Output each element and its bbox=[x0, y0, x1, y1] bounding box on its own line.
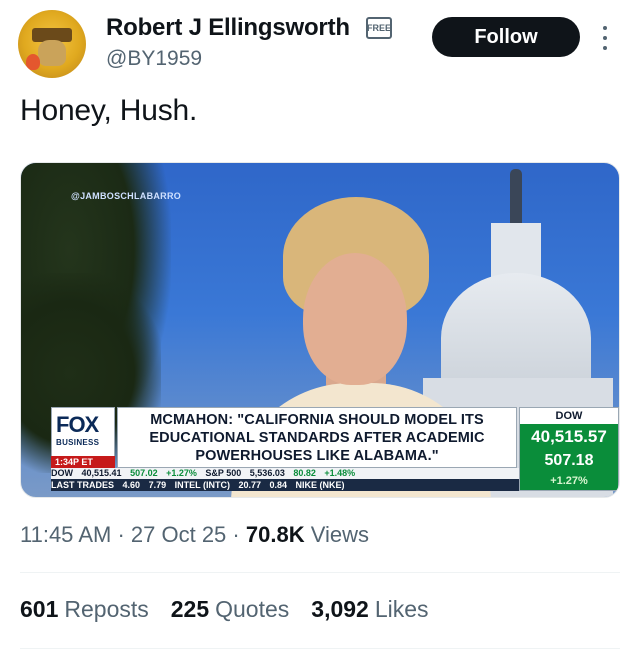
ticker-item: 7.79 bbox=[148, 480, 167, 490]
reposts-stat[interactable]: 601 Reposts bbox=[20, 596, 149, 623]
ticker-item: +1.48% bbox=[324, 468, 356, 478]
person-face bbox=[303, 253, 407, 385]
author-handle[interactable]: @BY1959 bbox=[106, 47, 202, 71]
likes-stat[interactable]: 3,092 Likes bbox=[311, 596, 428, 623]
video-watermark: @JAMBOSCHLABARRO bbox=[71, 191, 182, 201]
views-label: Views bbox=[310, 522, 370, 547]
meta-separator: · bbox=[232, 522, 246, 547]
divider bbox=[20, 572, 620, 573]
free-badge: FREE bbox=[366, 17, 392, 39]
divider bbox=[20, 648, 620, 649]
ticker-item: 5,536.03 bbox=[249, 468, 285, 478]
meta-separator: · bbox=[117, 522, 131, 547]
quotes-label: Quotes bbox=[215, 596, 290, 622]
dow-value: 40,515.57 bbox=[520, 424, 618, 450]
dow-percent: +1.27% bbox=[520, 472, 618, 490]
avatar-dog bbox=[38, 40, 66, 66]
fox-logo-text: FOX bbox=[56, 412, 99, 437]
dow-label: DOW bbox=[555, 410, 583, 422]
engagement-stats: 601 Reposts 225 Quotes 3,092 Likes bbox=[20, 596, 429, 623]
ticker-item: 40,515.41 bbox=[81, 468, 122, 478]
ticker-item: 4.60 bbox=[122, 480, 141, 490]
ticker-item: NIKE (NKE) bbox=[295, 480, 345, 490]
likes-count: 3,092 bbox=[311, 596, 369, 622]
ticker-headline: MCMAHON: "CALIFORNIA SHOULD MODEL ITS ED… bbox=[117, 407, 517, 468]
quotes-stat[interactable]: 225 Quotes bbox=[171, 596, 290, 623]
tweet-time[interactable]: 11:45 AM bbox=[20, 522, 111, 547]
ticker-item: S&P 500 bbox=[205, 468, 242, 478]
ticker-item: 80.82 bbox=[293, 468, 316, 478]
tweet-meta: 11:45 AM · 27 Oct 25 · 70.8K Views bbox=[20, 522, 369, 548]
broadcast-time: 1:34P ET bbox=[51, 456, 115, 468]
ticker-item: +1.27% bbox=[166, 468, 197, 478]
views-count: 70.8K bbox=[245, 522, 305, 547]
news-ticker: FOX BUSINESS 1:34P ET MCMAHON: "CALIFORN… bbox=[51, 407, 619, 491]
ticker-item: 20.77 bbox=[238, 480, 261, 490]
more-options-icon[interactable] bbox=[598, 22, 612, 54]
dow-change: 507.18 bbox=[520, 450, 618, 472]
quotes-count: 225 bbox=[170, 596, 210, 622]
dow-box: DOW 40,515.57 507.18 +1.27% bbox=[519, 407, 619, 491]
ticker-item: DOW bbox=[51, 468, 73, 478]
ticker-item: INTEL (INTC) bbox=[174, 480, 230, 490]
avatar[interactable] bbox=[18, 10, 86, 78]
ticker-item: 0.84 bbox=[269, 480, 288, 490]
fox-logo-sub: BUSINESS bbox=[56, 438, 100, 447]
tweet-text: Honey, Hush. bbox=[20, 94, 198, 127]
ticker-item: 507.02 bbox=[130, 468, 158, 478]
avatar-fire bbox=[26, 54, 40, 70]
ticker-row-markets: DOW 40,515.41 507.02 +1.27% S&P 500 5,53… bbox=[51, 468, 519, 479]
fox-business-logo: FOX BUSINESS bbox=[51, 407, 115, 457]
ticker-item: LAST TRADES bbox=[51, 480, 114, 490]
reposts-count: 601 bbox=[20, 596, 59, 622]
tweet-media-image[interactable]: @JAMBOSCHLABARRO FOX BUSINESS 1:34P ET M… bbox=[20, 162, 620, 498]
follow-button[interactable]: Follow bbox=[432, 17, 580, 57]
capitol-statue bbox=[510, 169, 522, 225]
ticker-row-trades: LAST TRADES 4.60 7.79 INTEL (INTC) 20.77… bbox=[51, 479, 519, 491]
author-name[interactable]: Robert J Ellingsworth bbox=[106, 14, 350, 42]
reposts-label: Reposts bbox=[64, 596, 149, 622]
likes-label: Likes bbox=[374, 596, 429, 622]
tweet-date[interactable]: 27 Oct 25 bbox=[131, 522, 226, 547]
